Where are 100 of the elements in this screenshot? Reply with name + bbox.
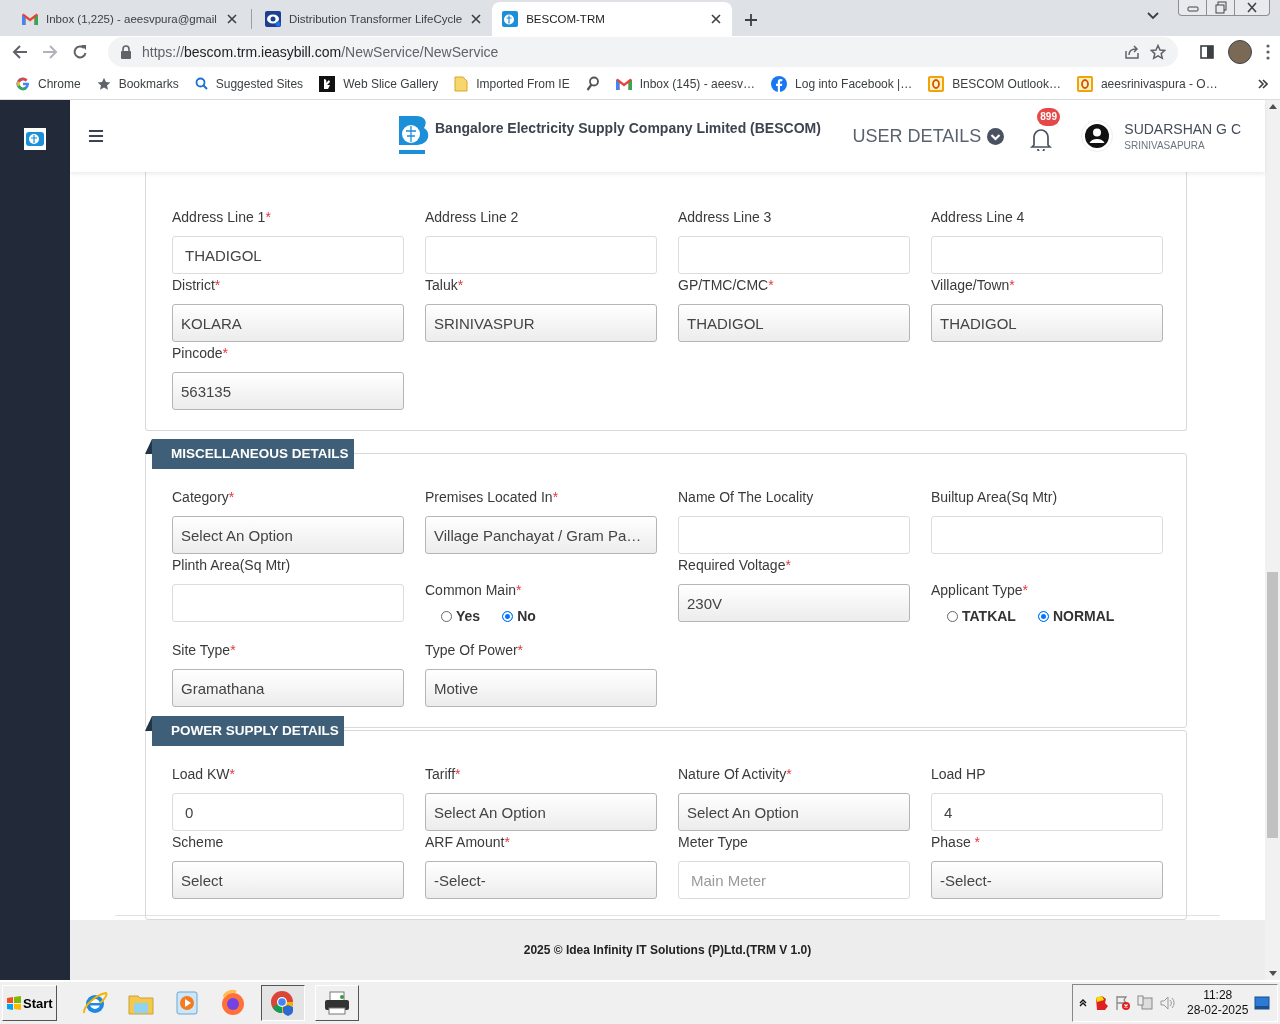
dropdown[interactable]: Select An Option [425,793,657,831]
browser-tab[interactable]: Distribution Transformer LifeCycle [255,4,493,34]
avatar-icon[interactable] [1081,120,1114,152]
bookmark[interactable]: Inbox (145) - aeesv… [615,76,756,91]
radio-label[interactable]: Yes [456,608,481,624]
dropdown[interactable]: 230V [678,584,910,622]
field-label: GP/TMC/CMC* [678,276,775,295]
dropdown[interactable]: Select An Option [172,516,404,554]
close-icon[interactable] [710,13,723,25]
radio-button[interactable] [441,610,452,622]
star-icon[interactable] [1150,44,1166,60]
bookmark-label: Log into Facebook |… [795,76,913,91]
close-icon[interactable] [226,13,238,25]
mail-icon [615,77,632,90]
search-icon[interactable] [585,75,600,92]
search-icon [194,77,208,90]
chevron-down-icon[interactable] [1146,11,1160,21]
field-label: Load KW* [172,765,237,784]
text-field[interactable] [931,236,1163,274]
clock[interactable]: 11:28 28-02-2025 [1187,988,1249,1018]
start-button[interactable]: Start [2,985,57,1021]
text-field[interactable] [931,516,1163,554]
text-field[interactable]: THADIGOL [172,236,404,274]
field-label: Required Voltage* [678,556,792,575]
dropdown[interactable]: Select An Option [678,793,910,831]
bescom-logo-icon[interactable] [24,128,46,150]
star-icon [96,76,111,91]
double-chevron-icon[interactable] [1258,78,1268,89]
bookmark[interactable]: BESCOM Outlook… [928,75,1061,92]
back-arrow-icon[interactable] [12,44,28,60]
dropdown[interactable]: SRINIVASPUR [425,304,657,342]
dropdown[interactable]: 563135 [172,372,404,410]
company-title: Bangalore Electricity Supply Company Limited (BESCOM) [435,120,821,136]
text-field[interactable]: 4 [931,793,1163,831]
dropdown[interactable]: Select [172,861,404,899]
field-label: Address Line 4 [931,208,1026,227]
taskbar-button[interactable] [260,985,305,1021]
caret-up-icon[interactable] [1079,999,1087,1007]
section-title: POWER SUPPLY DETAILS [145,716,344,746]
radio-button[interactable] [947,610,958,622]
menu-icon[interactable] [88,129,104,143]
dropdown[interactable]: Village Panchayat / Gram Pa… [425,516,657,554]
kebab-menu-icon[interactable] [1266,44,1270,60]
dropdown[interactable]: -Select- [425,861,657,899]
radio-label[interactable]: NORMAL [1052,608,1115,624]
field-label: Premises Located In* [425,488,560,507]
field-label: Phase * [931,833,982,852]
flag-error-icon[interactable] [1115,995,1131,1011]
browser-tab[interactable]: Inbox (1,225) - aeesvpura@gmail [12,4,248,34]
user-location: SRINIVASAPURA [1124,140,1206,151]
radio-label[interactable]: No [517,608,536,624]
close-icon[interactable] [470,13,483,25]
text-field[interactable] [678,516,910,554]
tab-title: BESCOM-TRM [526,13,606,25]
windows-logo-icon [6,996,22,1010]
side-panel-icon[interactable] [1200,45,1214,59]
bell-icon[interactable] [1030,127,1053,151]
bookmark[interactable]: Suggested Sites [194,76,304,91]
user-details-dropdown[interactable]: USER DETAILS [852,125,1005,147]
share-icon[interactable] [1124,44,1140,60]
dropdown[interactable]: THADIGOL [931,304,1163,342]
bookmark[interactable]: Imported From IE [454,75,570,92]
bookmark[interactable]: Chrome [16,76,81,91]
browser-tab[interactable]: BESCOM-TRM [492,2,733,36]
dropdown[interactable]: -Select- [931,861,1163,899]
dropdown[interactable]: THADIGOL [678,304,910,342]
text-field[interactable] [678,236,910,274]
bookmark-label: Inbox (145) - aeesv… [639,76,756,91]
chevron-circle-icon [987,127,1005,145]
eye-logo-icon [265,11,281,27]
radio-button[interactable] [1037,610,1049,622]
reload-icon[interactable] [72,44,88,60]
dropdown[interactable]: KOLARA [172,304,404,342]
new-tab-icon[interactable] [744,13,759,27]
text-field[interactable] [425,236,657,274]
field-label: Scheme [172,833,225,852]
bookmark[interactable]: aeesrinivaspura - O… [1076,75,1218,92]
scroll-down-icon[interactable] [1268,971,1277,976]
scrollbar[interactable] [1265,100,1280,980]
bookmark[interactable]: Web Slice Gallery [319,75,439,92]
show-desktop-icon[interactable] [1254,996,1271,1010]
bookmark[interactable]: Log into Facebook |… [771,75,913,92]
footer-text: 2025 © Idea Infinity IT Solutions (P)Ltd.(TRM V 1.0) [70,920,1265,980]
dropdown[interactable]: Gramathana [172,669,404,707]
field-label: Taluk* [425,276,465,295]
scroll-up-icon[interactable] [1268,104,1277,109]
url-text: https://bescom.trm.ieasybill.com/NewService/NewService [142,44,500,60]
bookmark-label: BESCOM Outlook… [952,76,1061,91]
bookmark-label: aeesrinivaspura - O… [1100,76,1218,91]
dropdown[interactable]: Motive [425,669,657,707]
address-bar[interactable]: https://bescom.trm.ieasybill.com/NewService/NewService [108,37,1178,67]
text-field[interactable]: Main Meter [678,861,910,899]
radio-button[interactable] [502,610,514,622]
text-field[interactable] [172,584,404,622]
radio-label[interactable]: TATKAL [962,608,1016,624]
scrollbar-thumb[interactable] [1267,572,1278,838]
profile-photo-placeholder[interactable] [1228,40,1252,64]
folder-icon [454,75,469,92]
bookmark[interactable]: Bookmarks [96,76,179,91]
text-field[interactable]: 0 [172,793,404,831]
